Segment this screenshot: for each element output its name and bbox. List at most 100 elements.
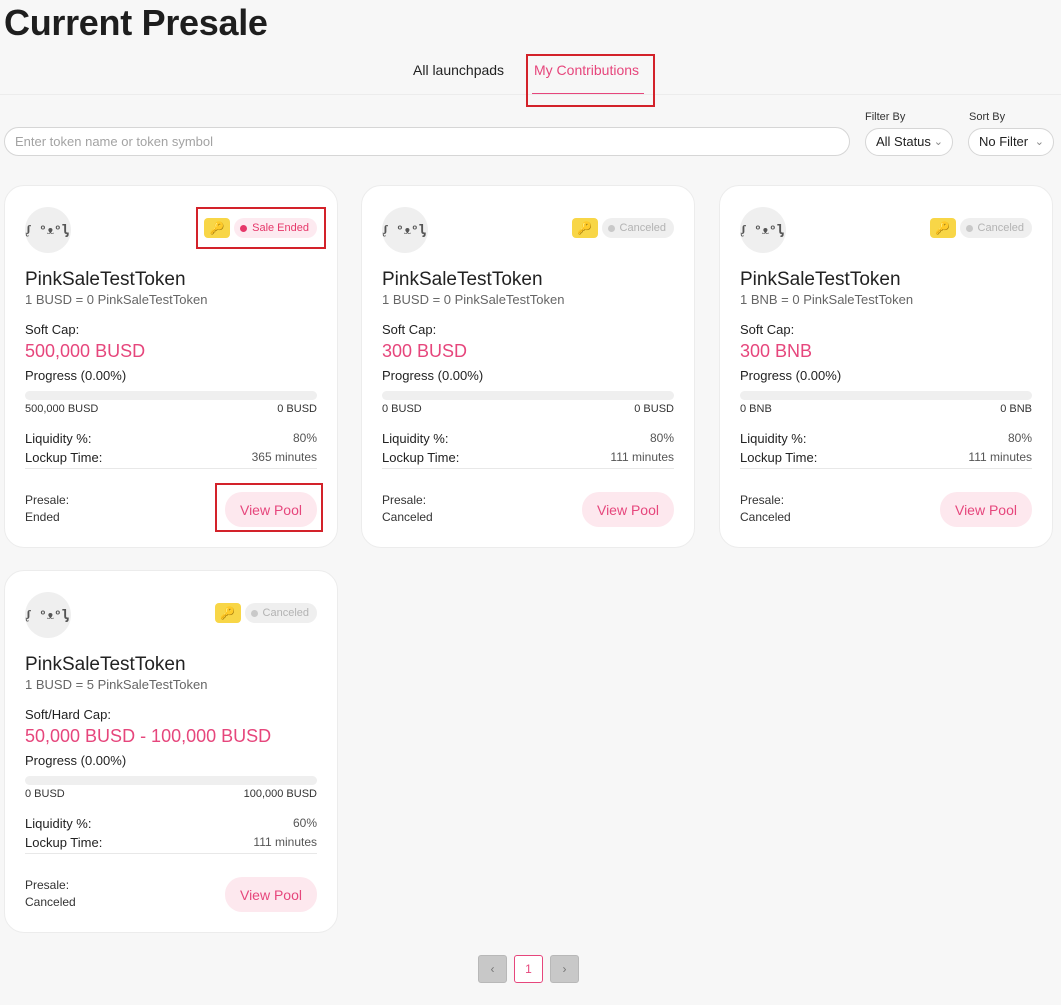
view-pool-button[interactable]: View Pool: [225, 877, 317, 912]
presale-status: Ended: [25, 510, 60, 524]
sort-label: Sort By: [969, 111, 1006, 123]
lockup-value: 111 minutes: [968, 450, 1032, 464]
view-pool-button[interactable]: View Pool: [225, 492, 317, 527]
token-logo: ᶘ ᵒᴥᵒᶅ: [25, 207, 71, 253]
filter-value: All Status: [876, 134, 931, 149]
liquidity-label: Liquidity %:: [25, 816, 92, 831]
progress-min-label: 500,000 BUSD: [25, 403, 99, 415]
page-title: Current Presale: [4, 2, 268, 43]
progress-bar: [740, 391, 1032, 400]
progress-bar: [25, 391, 317, 400]
token-logo: ᶘ ᵒᴥᵒᶅ: [740, 207, 786, 253]
progress-label: Progress (0.00%): [382, 368, 484, 383]
presale-label: Presale:: [25, 878, 70, 892]
liquidity-value: 60%: [292, 816, 317, 830]
token-name: PinkSaleTestToken: [382, 269, 543, 290]
lockup-value: 111 minutes: [610, 450, 674, 464]
active-tab-underline: [532, 93, 644, 94]
presale-card: ᶘ ᵒᴥᵒᶅ 🔑 Sale Ended PinkSaleTestToken 1 BUSD…: [4, 185, 338, 548]
progress-label: Progress (0.00%): [25, 753, 127, 768]
token-rate: 1 BUSD = 5 PinkSaleTestToken: [25, 677, 208, 692]
status-badges: 🔑 Canceled: [571, 218, 674, 238]
liquidity-value: 80%: [649, 431, 674, 445]
liquidity-label: Liquidity %:: [740, 431, 807, 446]
search-input[interactable]: [4, 127, 850, 156]
presale-card: ᶘ ᵒᴥᵒᶅ 🔑 Canceled PinkSaleTestToken 1 BNB = …: [719, 185, 1053, 548]
presale-status: Canceled: [382, 510, 433, 524]
progress-max-label: 0 BUSD: [277, 403, 317, 415]
pagination-prev-button[interactable]: ‹: [478, 955, 507, 983]
key-icon: 🔑: [571, 218, 598, 238]
cap-value: 300 BNB: [740, 341, 813, 361]
view-pool-button[interactable]: View Pool: [940, 492, 1032, 527]
presale-status: Canceled: [740, 510, 791, 524]
status-text: Canceled: [977, 222, 1024, 234]
status-dot: [965, 224, 973, 232]
presale-status: Canceled: [25, 895, 76, 909]
status-text: Canceled: [262, 607, 309, 619]
token-rate: 1 BUSD = 0 PinkSaleTestToken: [25, 292, 208, 307]
cap-value: 300 BUSD: [382, 341, 468, 361]
progress-max-label: 0 BNB: [1000, 403, 1032, 415]
key-icon: 🔑: [204, 218, 231, 238]
token-name: PinkSaleTestToken: [25, 654, 186, 675]
cap-label: Soft/Hard Cap:: [25, 707, 111, 722]
filter-status-select[interactable]: All Status ⌄: [865, 128, 953, 156]
pagination-page-1[interactable]: 1: [514, 955, 543, 983]
status-badge: Sale Ended: [234, 218, 317, 238]
sort-select[interactable]: No Filter ⌄: [968, 128, 1054, 156]
token-rate: 1 BNB = 0 PinkSaleTestToken: [740, 292, 914, 307]
progress-label: Progress (0.00%): [25, 368, 127, 383]
divider: [740, 468, 1032, 469]
token-rate: 1 BUSD = 0 PinkSaleTestToken: [382, 292, 565, 307]
lockup-label: Lockup Time:: [740, 450, 818, 465]
presale-label: Presale:: [25, 493, 70, 507]
key-icon: 🔑: [929, 218, 956, 238]
token-name: PinkSaleTestToken: [25, 269, 186, 290]
liquidity-value: 80%: [1007, 431, 1032, 445]
status-badges: 🔑 Sale Ended: [204, 218, 317, 238]
divider: [25, 853, 317, 854]
presale-card: ᶘ ᵒᴥᵒᶅ 🔑 Canceled PinkSaleTestToken 1 BUSD =…: [361, 185, 695, 548]
status-badge: Canceled: [959, 218, 1032, 238]
cap-value: 50,000 BUSD - 100,000 BUSD: [25, 726, 272, 746]
cap-label: Soft Cap:: [25, 322, 80, 337]
status-dot: [607, 224, 615, 232]
token-name: PinkSaleTestToken: [740, 269, 901, 290]
tab-bar: All launchpads My Contributions: [0, 54, 1061, 95]
status-badges: 🔑 Canceled: [214, 603, 317, 623]
status-badges: 🔑 Canceled: [929, 218, 1032, 238]
status-text: Sale Ended: [252, 222, 309, 234]
pagination-next-button[interactable]: ›: [550, 955, 579, 983]
chevron-down-icon: ⌄: [1034, 136, 1044, 148]
token-logo: ᶘ ᵒᴥᵒᶅ: [25, 592, 71, 638]
chevron-down-icon: ⌄: [933, 136, 943, 148]
status-dot: [240, 224, 248, 232]
progress-max-label: 0 BUSD: [634, 403, 674, 415]
liquidity-label: Liquidity %:: [25, 431, 92, 446]
view-pool-button[interactable]: View Pool: [582, 492, 674, 527]
status-badge: Canceled: [601, 218, 674, 238]
token-logo: ᶘ ᵒᴥᵒᶅ: [382, 207, 428, 253]
lockup-value: 111 minutes: [253, 835, 317, 849]
status-badge: Canceled: [244, 603, 317, 623]
lockup-label: Lockup Time:: [25, 450, 103, 465]
divider: [382, 468, 674, 469]
tab-all-launchpads[interactable]: All launchpads: [413, 62, 504, 78]
progress-bar: [25, 776, 317, 785]
progress-bar: [382, 391, 674, 400]
sort-value: No Filter: [979, 134, 1029, 149]
status-text: Canceled: [619, 222, 666, 234]
progress-label: Progress (0.00%): [740, 368, 842, 383]
progress-min-label: 0 BUSD: [382, 403, 422, 415]
status-dot: [250, 609, 258, 617]
liquidity-label: Liquidity %:: [382, 431, 449, 446]
presale-label: Presale:: [740, 493, 785, 507]
progress-max-label: 100,000 BUSD: [243, 788, 317, 800]
filter-label: Filter By: [865, 111, 906, 123]
cap-label: Soft Cap:: [740, 322, 795, 337]
progress-min-label: 0 BNB: [740, 403, 772, 415]
key-icon: 🔑: [214, 603, 241, 623]
lockup-value: 365 minutes: [251, 450, 317, 464]
tab-my-contributions[interactable]: My Contributions: [534, 62, 639, 78]
